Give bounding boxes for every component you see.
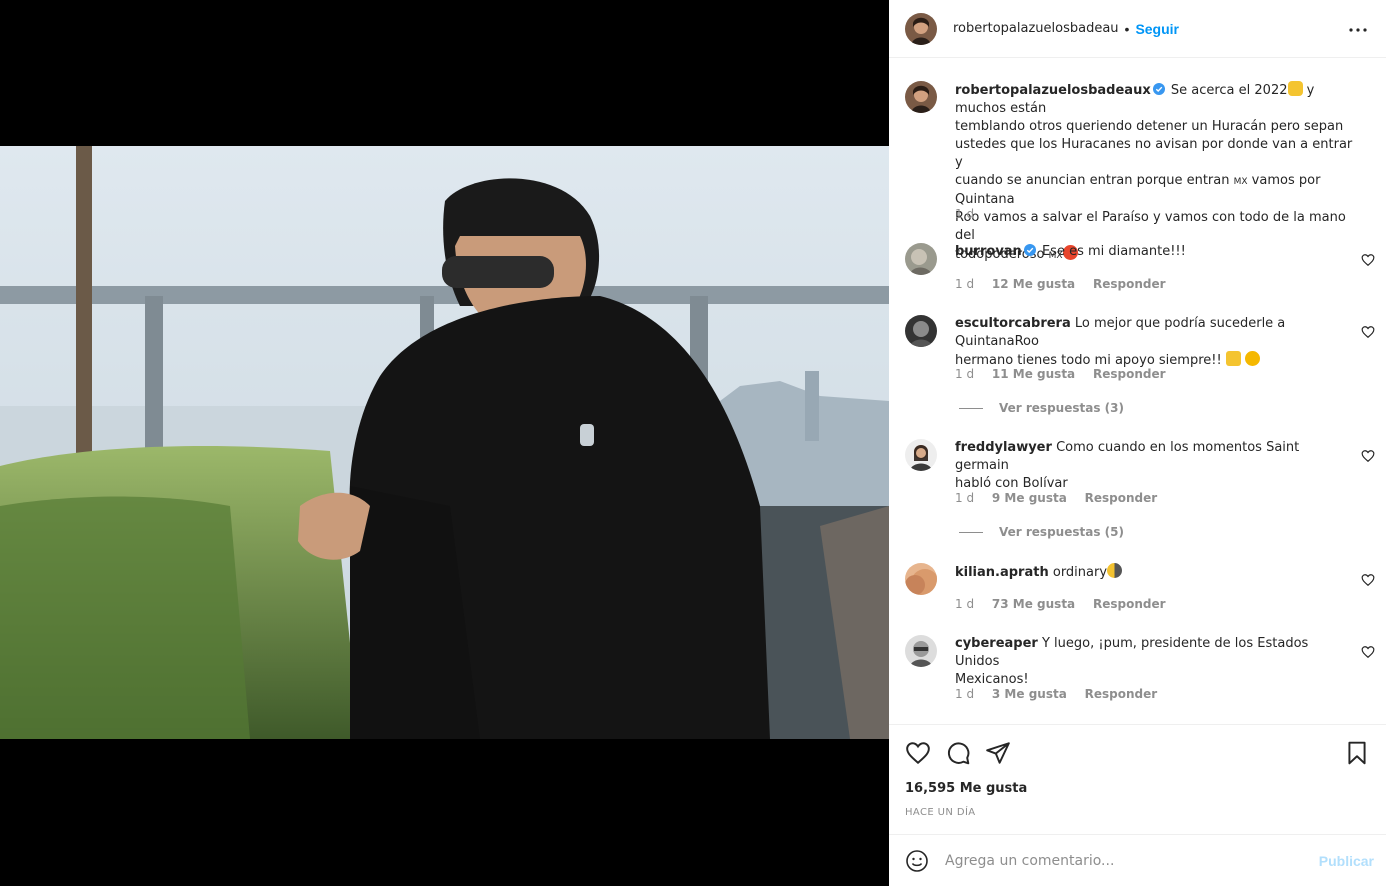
replies-divider <box>959 531 983 533</box>
more-icon[interactable] <box>1346 18 1370 42</box>
comment-text: freddylawyer Como cuando en los momentos… <box>955 439 1355 493</box>
post-photo[interactable] <box>0 146 889 739</box>
caption-line2: temblando otros queriendo detener un Hur… <box>955 119 1344 134</box>
avatar[interactable] <box>905 635 937 667</box>
view-replies-label: Ver respuestas (3) <box>999 401 1124 415</box>
heart-icon[interactable] <box>1361 253 1375 267</box>
caption-meta: 1 d <box>955 207 988 221</box>
comment-username[interactable]: kilian.aprath <box>955 565 1049 580</box>
avatar[interactable] <box>905 243 937 275</box>
verified-icon <box>1023 244 1036 256</box>
follow-button[interactable]: Seguir <box>1135 21 1179 37</box>
comment-icon[interactable] <box>945 740 971 766</box>
comment-meta: 1 d 3 Me gusta Responder <box>955 687 1171 701</box>
comments-list[interactable]: robertopalazuelosbadeaux Se acerca el 20… <box>889 59 1386 723</box>
post-side-panel: robertopalazuelosbadeau • Seguir roberto… <box>889 0 1386 886</box>
flag-mx-1: MX <box>1233 177 1248 187</box>
comment-time[interactable]: 1 d <box>955 687 974 701</box>
yellow-heart-emoji-icon <box>1244 351 1260 366</box>
post-actions: 16,595 Me gusta HACE UN DÍA <box>889 724 1386 834</box>
comment-meta: 1 d 73 Me gusta Responder <box>955 597 1180 611</box>
comment-likes[interactable]: 12 Me gusta <box>992 277 1075 291</box>
reply-button[interactable]: Responder <box>1093 597 1166 611</box>
caption-line4: cuando se anuncian entran porque entran <box>955 173 1230 188</box>
comment-username[interactable]: escultorcabrera <box>955 316 1071 331</box>
comment-composer: Publicar <box>889 834 1386 886</box>
avatar[interactable] <box>905 315 937 347</box>
post-time[interactable]: HACE UN DÍA <box>905 807 976 818</box>
comment-time[interactable]: 1 d <box>955 367 974 381</box>
heart-icon[interactable] <box>905 740 931 766</box>
view-replies-button[interactable]: Ver respuestas (5) <box>959 525 1124 539</box>
comment-time[interactable]: 1 d <box>955 597 974 611</box>
heart-icon[interactable] <box>1361 573 1375 587</box>
avatar[interactable] <box>905 12 937 45</box>
avatar[interactable] <box>905 81 937 113</box>
separator-dot: • <box>1124 20 1130 37</box>
comment-likes[interactable]: 9 Me gusta <box>992 491 1067 505</box>
caption-line1: Se acerca el 2022 <box>1170 83 1288 98</box>
reply-button[interactable]: Responder <box>1085 491 1158 505</box>
bookmark-icon[interactable] <box>1344 740 1370 766</box>
comment-text: escultorcabrera Lo mejor que podría suce… <box>955 315 1355 370</box>
reply-button[interactable]: Responder <box>1085 687 1158 701</box>
post-author[interactable]: robertopalazuelosbadeau <box>953 21 1119 36</box>
post-header: robertopalazuelosbadeau • Seguir <box>889 0 1386 58</box>
comment-meta: 1 d 9 Me gusta Responder <box>955 491 1171 505</box>
comment-username[interactable]: freddylawyer <box>955 440 1052 455</box>
verified-icon <box>1152 83 1165 95</box>
comment-input[interactable] <box>945 847 1305 875</box>
view-replies-button[interactable]: Ver respuestas (3) <box>959 401 1124 415</box>
comment-body-2: Mexicanos! <box>955 672 1029 687</box>
photo-illustration <box>0 146 889 739</box>
caption-text: robertopalazuelosbadeaux Se acerca el 20… <box>955 81 1355 265</box>
view-replies-label: Ver respuestas (5) <box>999 525 1124 539</box>
comment-body-2: hermano tienes todo mi apoyo siempre!! <box>955 353 1222 368</box>
avatar[interactable] <box>905 439 937 471</box>
replies-divider <box>959 407 983 409</box>
caption-time[interactable]: 1 d <box>955 207 974 221</box>
post-media <box>0 0 889 886</box>
share-icon[interactable] <box>985 740 1011 766</box>
reply-button[interactable]: Responder <box>1093 277 1166 291</box>
caption-username[interactable]: robertopalazuelosbadeaux <box>955 83 1151 98</box>
avatar[interactable] <box>905 563 937 595</box>
comment-likes[interactable]: 3 Me gusta <box>992 687 1067 701</box>
publish-button[interactable]: Publicar <box>1319 853 1374 869</box>
heart-icon[interactable] <box>1361 449 1375 463</box>
muscle-emoji-icon <box>1287 81 1303 96</box>
caption-line5: Roo vamos a salvar el Paraíso y vamos co… <box>955 210 1346 243</box>
like-count[interactable]: 16,595 Me gusta <box>905 781 1027 796</box>
comment-meta: 1 d 11 Me gusta Responder <box>955 367 1180 381</box>
emoji-icon[interactable] <box>905 849 929 873</box>
comment-text: kilian.aprath ordinary <box>955 563 1355 582</box>
comment-likes[interactable]: 73 Me gusta <box>992 597 1075 611</box>
comment-text: cybereaper Y luego, ¡pum, presidente de … <box>955 635 1355 689</box>
heart-icon[interactable] <box>1361 325 1375 339</box>
comment-meta: 1 d 12 Me gusta Responder <box>955 277 1180 291</box>
comment-time[interactable]: 1 d <box>955 491 974 505</box>
moon-emoji-icon <box>1107 563 1123 578</box>
comment-body: ordinary <box>1052 565 1108 580</box>
comment-body: Ese es mi diamante!!! <box>1041 244 1186 259</box>
comment-text: burrovan Ese es mi diamante!!! <box>955 243 1355 261</box>
comment-time[interactable]: 1 d <box>955 277 974 291</box>
comment-username[interactable]: burrovan <box>955 244 1022 259</box>
caption-line3: ustedes que los Huracanes no avisan por … <box>955 137 1353 170</box>
comment-username[interactable]: cybereaper <box>955 636 1038 651</box>
pray-emoji-icon <box>1225 351 1241 366</box>
comment-body-2: habló con Bolívar <box>955 476 1068 491</box>
heart-icon[interactable] <box>1361 645 1375 659</box>
comment-likes[interactable]: 11 Me gusta <box>992 367 1075 381</box>
reply-button[interactable]: Responder <box>1093 367 1166 381</box>
